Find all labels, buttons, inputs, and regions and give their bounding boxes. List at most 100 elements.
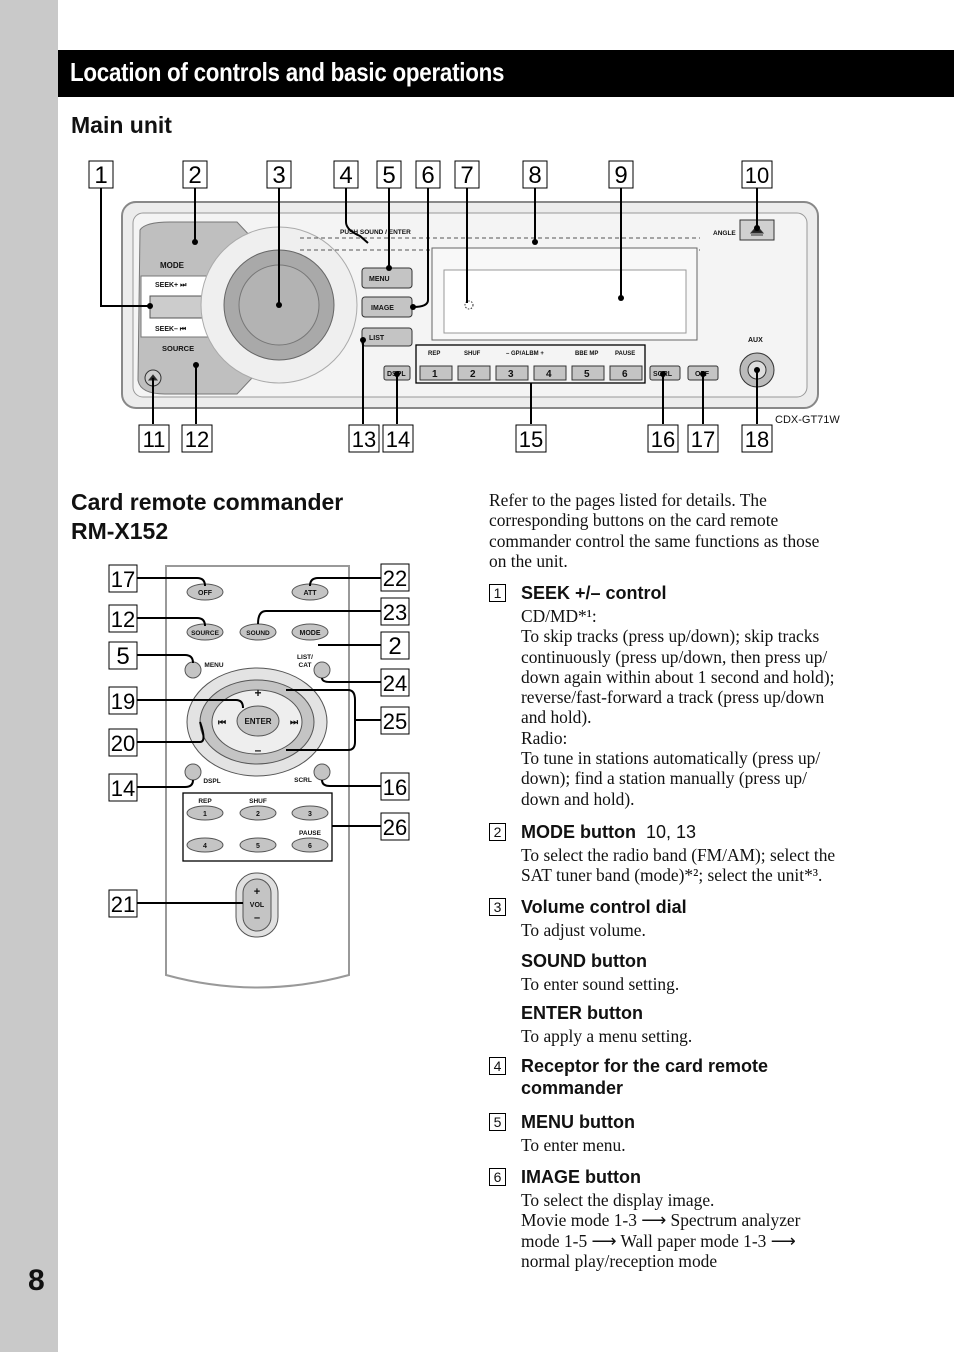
callout-bottom: 11 bbox=[138, 424, 170, 453]
text-line: on the unit. bbox=[489, 550, 568, 571]
svg-text:2: 2 bbox=[256, 811, 260, 818]
item-number: 4 bbox=[489, 1057, 506, 1075]
svg-text:SHUF: SHUF bbox=[249, 798, 267, 805]
remote-callout-right: 2 bbox=[380, 631, 410, 660]
svg-text:16: 16 bbox=[651, 427, 675, 452]
svg-text:12: 12 bbox=[111, 607, 135, 632]
item-image-button: 6 IMAGE button To select the display imag… bbox=[489, 1166, 909, 1271]
remote-callout-left: 12 bbox=[108, 604, 138, 633]
page-refs: 10, 13 bbox=[645, 822, 697, 842]
svg-text:VOL: VOL bbox=[250, 902, 265, 909]
svg-text:1: 1 bbox=[203, 811, 207, 818]
remote-callout-right: 16 bbox=[380, 772, 410, 801]
item-number: 3 bbox=[489, 898, 506, 916]
svg-text:3: 3 bbox=[272, 162, 285, 189]
item-title: IMAGE button bbox=[521, 1167, 641, 1187]
item-receptor: 4 Receptor for the card remote commander bbox=[489, 1055, 909, 1099]
svg-text:5: 5 bbox=[116, 643, 129, 670]
callout-top: 9 bbox=[608, 160, 634, 189]
svg-text:10: 10 bbox=[745, 163, 769, 188]
svg-text:1: 1 bbox=[432, 369, 438, 380]
text-line: down and hold). bbox=[521, 788, 635, 809]
item-number: 1 bbox=[489, 584, 506, 602]
svg-text:14: 14 bbox=[386, 427, 410, 452]
svg-text:2: 2 bbox=[470, 369, 476, 380]
svg-text:MODE: MODE bbox=[300, 630, 321, 637]
svg-text:CAT: CAT bbox=[299, 662, 312, 669]
item-title: Receptor for the card remote bbox=[521, 1056, 769, 1076]
svg-text:4: 4 bbox=[546, 369, 552, 380]
text-line: To select the radio band (FM/AM); select… bbox=[521, 845, 836, 865]
remote-callout-left: 21 bbox=[108, 889, 138, 918]
model-name: CDX-GT71W bbox=[775, 414, 840, 426]
text-line: To apply a menu setting. bbox=[521, 1026, 693, 1046]
text-line: mode 1-5 ⟶ Wall paper mode 1-3 ⟶ bbox=[521, 1230, 796, 1251]
svg-text:1: 1 bbox=[94, 162, 107, 189]
text-line: To select the display image. bbox=[521, 1190, 715, 1210]
svg-text:SOUND: SOUND bbox=[246, 630, 270, 637]
remote-callout-left: 19 bbox=[108, 686, 138, 715]
remote-scrl-button bbox=[313, 763, 331, 781]
svg-text:11: 11 bbox=[143, 427, 166, 452]
svg-text:⏭: ⏭ bbox=[290, 717, 299, 727]
svg-text:⏮: ⏮ bbox=[218, 717, 226, 727]
item-title-cont: commander bbox=[521, 1078, 624, 1098]
svg-text:19: 19 bbox=[111, 689, 135, 714]
svg-text:MENU: MENU bbox=[204, 662, 223, 669]
svg-text:6: 6 bbox=[622, 369, 628, 380]
svg-text:9: 9 bbox=[614, 162, 627, 189]
svg-text:ANGLE: ANGLE bbox=[713, 230, 736, 237]
svg-text:8: 8 bbox=[528, 162, 541, 189]
text-line: SAT tuner band (mode)*²; select the unit… bbox=[521, 865, 823, 886]
remote-list-button bbox=[313, 661, 331, 679]
callout-top: 4 bbox=[333, 160, 359, 189]
item-number: 6 bbox=[489, 1168, 506, 1186]
svg-text:20: 20 bbox=[111, 731, 135, 756]
svg-text:–: – bbox=[254, 912, 260, 924]
text-line: To adjust volume. bbox=[521, 920, 646, 940]
svg-text:– GP/ALBM +: – GP/ALBM + bbox=[506, 351, 544, 357]
item-number: 5 bbox=[489, 1113, 506, 1131]
item-mode-button: 2 MODE button 10, 13 To select the radio b… bbox=[489, 821, 909, 886]
remote-callout-left: 17 bbox=[108, 564, 138, 593]
remote-callout-right: 25 bbox=[380, 706, 410, 735]
text-line: continuously (press up/down, then press … bbox=[521, 646, 828, 667]
svg-text:13: 13 bbox=[352, 427, 376, 452]
svg-text:+: + bbox=[254, 686, 261, 700]
svg-text:REP: REP bbox=[428, 351, 440, 357]
svg-text:LIST: LIST bbox=[369, 335, 385, 342]
svg-text:SEEK– ⏮: SEEK– ⏮ bbox=[155, 326, 187, 333]
item-title: SOUND button bbox=[521, 951, 647, 971]
svg-text:SEEK+ ⏭: SEEK+ ⏭ bbox=[155, 282, 187, 289]
svg-text:OFF: OFF bbox=[198, 590, 213, 597]
svg-text:IMAGE: IMAGE bbox=[371, 305, 394, 312]
remote-callout-left: 5 bbox=[108, 641, 138, 670]
svg-text:22: 22 bbox=[383, 566, 407, 591]
text-line: commander control the same functions as … bbox=[489, 530, 820, 551]
svg-text:PAUSE: PAUSE bbox=[299, 830, 322, 837]
item-seek-control: 1 SEEK +/– control CD/MD*¹: To skip track… bbox=[489, 582, 909, 809]
svg-text:5: 5 bbox=[256, 843, 260, 850]
remote-dspl-button bbox=[184, 763, 202, 781]
svg-text:6: 6 bbox=[421, 162, 434, 189]
svg-text:23: 23 bbox=[383, 600, 407, 625]
svg-text:12: 12 bbox=[185, 427, 209, 452]
callout-top: 2 bbox=[182, 160, 208, 189]
svg-text:15: 15 bbox=[519, 427, 543, 452]
display-screen bbox=[443, 269, 687, 334]
text-line: Refer to the pages listed for details. T… bbox=[489, 490, 767, 510]
svg-text:ATT: ATT bbox=[303, 590, 317, 597]
svg-text:BBE MP: BBE MP bbox=[575, 351, 598, 357]
text-line: normal play/reception mode bbox=[521, 1250, 718, 1271]
remote-callout-right: 22 bbox=[380, 563, 410, 592]
item-volume-dial: 3 Volume control dial To adjust volume. bbox=[489, 896, 909, 940]
callout-top: 8 bbox=[522, 160, 548, 189]
svg-text:5: 5 bbox=[584, 369, 590, 380]
svg-text:17: 17 bbox=[691, 427, 715, 452]
callout-bottom: 15 bbox=[515, 424, 547, 453]
item-title: MODE button bbox=[521, 822, 636, 842]
callout-top: 5 bbox=[376, 160, 402, 189]
svg-text:5: 5 bbox=[382, 162, 395, 189]
callout-top: 1 bbox=[88, 160, 114, 189]
remote-callout-left: 20 bbox=[108, 728, 138, 757]
